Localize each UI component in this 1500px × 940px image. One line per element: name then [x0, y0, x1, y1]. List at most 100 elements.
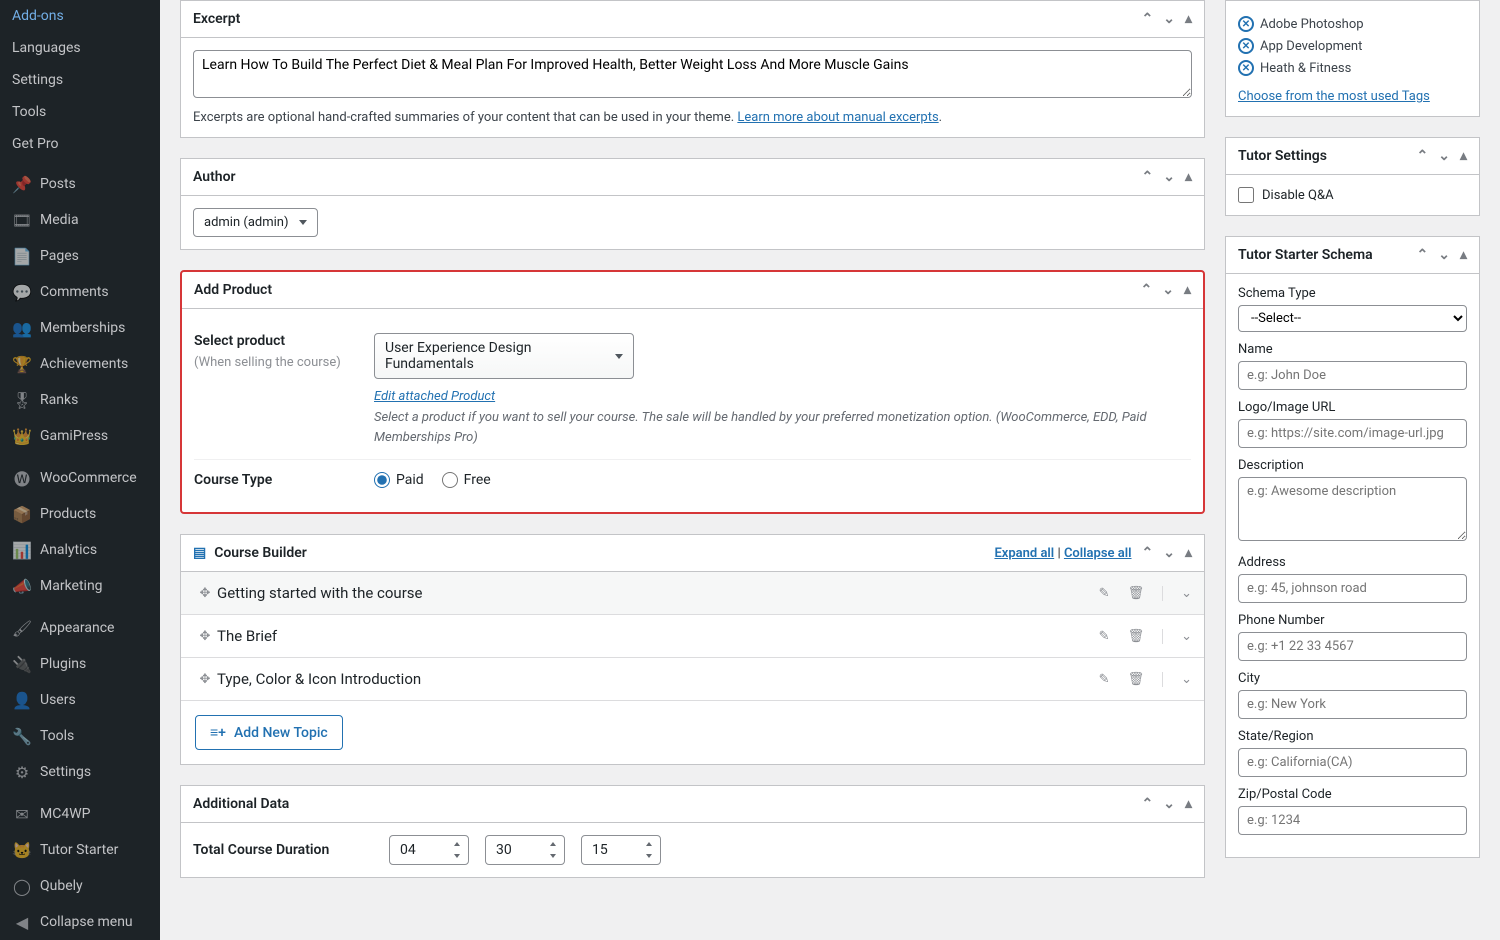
drag-handle-icon[interactable]: ✥ — [193, 586, 217, 601]
chevron-down-icon[interactable]: ⌄ — [1162, 586, 1192, 601]
chevron-down-icon[interactable]: ⌄ — [1162, 672, 1192, 687]
remove-tag-icon[interactable]: ✕ — [1238, 38, 1254, 54]
schema-phone-number-input[interactable] — [1238, 632, 1467, 661]
chevron-down-icon[interactable]: ⌄ — [1438, 148, 1450, 164]
sidebar-item-get-pro[interactable]: Get Pro — [0, 128, 160, 160]
disable-qa-checkbox[interactable]: Disable Q&A — [1238, 187, 1467, 203]
sidebar-item-plugins[interactable]: 🔌Plugins — [0, 646, 160, 682]
chevron-up-icon[interactable]: ⌃ — [1142, 545, 1154, 561]
sidebar-icon: ⚙ — [12, 762, 32, 782]
sidebar-item-settings[interactable]: ⚙Settings — [0, 754, 160, 790]
sidebar-item-mc4wp[interactable]: ✉MC4WP — [0, 796, 160, 832]
course-builder-title: ▤Course Builder — [193, 545, 994, 561]
sidebar-item-users[interactable]: 👤Users — [0, 682, 160, 718]
topic-label: Getting started with the course — [217, 584, 1099, 602]
chevron-up-icon[interactable]: ⌃ — [1417, 247, 1429, 263]
tag-item: ✕App Development — [1238, 35, 1467, 57]
schema-logo-image-url-input[interactable] — [1238, 419, 1467, 448]
sidebar-icon: 📦 — [12, 504, 32, 524]
schema-description-label: Description — [1238, 458, 1467, 473]
product-select[interactable]: User Experience Design Fundamentals — [374, 333, 634, 379]
sidebar-item-qubely[interactable]: ◯Qubely — [0, 868, 160, 904]
sidebar-icon: ◀ — [12, 912, 32, 932]
sidebar-item-appearance[interactable]: 🖌Appearance — [0, 610, 160, 646]
sidebar-item-add-ons[interactable]: Add-ons — [0, 0, 160, 32]
caret-up-icon[interactable]: ▴ — [1460, 247, 1467, 263]
sidebar-item-pages[interactable]: 📄Pages — [0, 238, 160, 274]
chevron-down-icon[interactable]: ⌄ — [1163, 545, 1175, 561]
schema-address-input[interactable] — [1238, 574, 1467, 603]
drag-handle-icon[interactable]: ✥ — [193, 672, 217, 687]
sidebar-item-tools[interactable]: Tools — [0, 96, 160, 128]
remove-tag-icon[interactable]: ✕ — [1238, 60, 1254, 76]
caret-up-icon[interactable]: ▴ — [1185, 545, 1192, 561]
collapse-all-link[interactable]: Collapse all — [1064, 546, 1132, 561]
schema-description-input[interactable] — [1238, 477, 1467, 541]
schema-city-input[interactable] — [1238, 690, 1467, 719]
expand-all-link[interactable]: Expand all — [994, 546, 1054, 561]
sidebar-item-marketing[interactable]: 📣Marketing — [0, 568, 160, 604]
chevron-up-icon[interactable]: ⌃ — [1141, 282, 1153, 298]
author-select[interactable]: admin (admin) — [193, 208, 318, 237]
edit-icon[interactable]: ✎ — [1099, 672, 1110, 687]
edit-product-link[interactable]: Edit attached Product — [374, 389, 495, 404]
sidebar-item-tutor-starter[interactable]: 🐱Tutor Starter — [0, 832, 160, 868]
chevron-up-icon[interactable]: ⌃ — [1142, 796, 1154, 812]
sidebar-item-settings[interactable]: Settings — [0, 64, 160, 96]
choose-tags-link[interactable]: Choose from the most used Tags — [1238, 89, 1430, 104]
manual-excerpts-link[interactable]: Learn more about manual excerpts — [737, 110, 938, 125]
sidebar-item-comments[interactable]: 💬Comments — [0, 274, 160, 310]
caret-up-icon[interactable]: ▴ — [1184, 282, 1191, 298]
chevron-up-icon[interactable]: ⌃ — [1417, 148, 1429, 164]
sidebar-item-media[interactable]: 🎞Media — [0, 202, 160, 238]
schema-state-region-input[interactable] — [1238, 748, 1467, 777]
add-topic-button[interactable]: ≡+Add New Topic — [195, 715, 343, 750]
trash-icon[interactable]: 🗑 — [1128, 586, 1145, 601]
chevron-down-icon[interactable]: ⌄ — [1163, 169, 1175, 185]
sidebar-item-woocommerce[interactable]: 🅦WooCommerce — [0, 460, 160, 496]
chevron-up-icon[interactable]: ⌃ — [1142, 11, 1154, 27]
edit-icon[interactable]: ✎ — [1099, 586, 1110, 601]
schema-name-input[interactable] — [1238, 361, 1467, 390]
chevron-down-icon[interactable]: ⌄ — [1162, 282, 1174, 298]
sidebar-icon: 🔧 — [12, 726, 32, 746]
schema-zip-postal-code-input[interactable] — [1238, 806, 1467, 835]
caret-up-icon[interactable]: ▴ — [1185, 796, 1192, 812]
tutor-settings-panel: Tutor Settings ⌃⌄▴ Disable Q&A — [1225, 137, 1480, 216]
sidebar-item-products[interactable]: 📦Products — [0, 496, 160, 532]
excerpt-textarea[interactable]: Learn How To Build The Perfect Diet & Me… — [193, 50, 1192, 98]
sidebar-item-collapse-menu[interactable]: ◀Collapse menu — [0, 904, 160, 940]
author-panel: Author ⌃ ⌄ ▴ admin (admin) — [180, 158, 1205, 250]
caret-up-icon[interactable]: ▴ — [1460, 148, 1467, 164]
trash-icon[interactable]: 🗑 — [1128, 672, 1145, 687]
sidebar-item-tools[interactable]: 🔧Tools — [0, 718, 160, 754]
chevron-down-icon[interactable]: ⌄ — [1163, 796, 1175, 812]
chevron-up-icon[interactable]: ⌃ — [1142, 169, 1154, 185]
sidebar-item-posts[interactable]: 📌Posts — [0, 166, 160, 202]
select-product-label: Select product — [194, 333, 374, 349]
course-type-paid[interactable]: Paid — [374, 472, 424, 488]
sidebar-item-achievements[interactable]: 🏆Achievements — [0, 346, 160, 382]
sidebar-item-analytics[interactable]: 📊Analytics — [0, 532, 160, 568]
chevron-down-icon[interactable]: ⌄ — [1162, 629, 1192, 644]
schema-type-select[interactable]: --Select-- — [1238, 305, 1467, 332]
caret-up-icon[interactable]: ▴ — [1185, 11, 1192, 27]
edit-icon[interactable]: ✎ — [1099, 629, 1110, 644]
caret-up-icon[interactable]: ▴ — [1185, 169, 1192, 185]
chevron-down-icon[interactable]: ⌄ — [1163, 11, 1175, 27]
course-type-free[interactable]: Free — [442, 472, 491, 488]
additional-data-title: Additional Data — [193, 796, 1142, 812]
sidebar-item-gamipress[interactable]: 👑GamiPress — [0, 418, 160, 454]
sidebar-item-languages[interactable]: Languages — [0, 32, 160, 64]
schema-type-label: Schema Type — [1238, 286, 1467, 301]
sidebar-item-ranks[interactable]: 🎖Ranks — [0, 382, 160, 418]
schema-address-label: Address — [1238, 555, 1467, 570]
remove-tag-icon[interactable]: ✕ — [1238, 16, 1254, 32]
drag-handle-icon[interactable]: ✥ — [193, 629, 217, 644]
sidebar-icon: 🖌 — [12, 618, 32, 638]
sidebar-icon: 🐱 — [12, 840, 32, 860]
course-type-label: Course Type — [194, 472, 374, 488]
sidebar-item-memberships[interactable]: 👥Memberships — [0, 310, 160, 346]
chevron-down-icon[interactable]: ⌄ — [1438, 247, 1450, 263]
trash-icon[interactable]: 🗑 — [1128, 629, 1145, 644]
